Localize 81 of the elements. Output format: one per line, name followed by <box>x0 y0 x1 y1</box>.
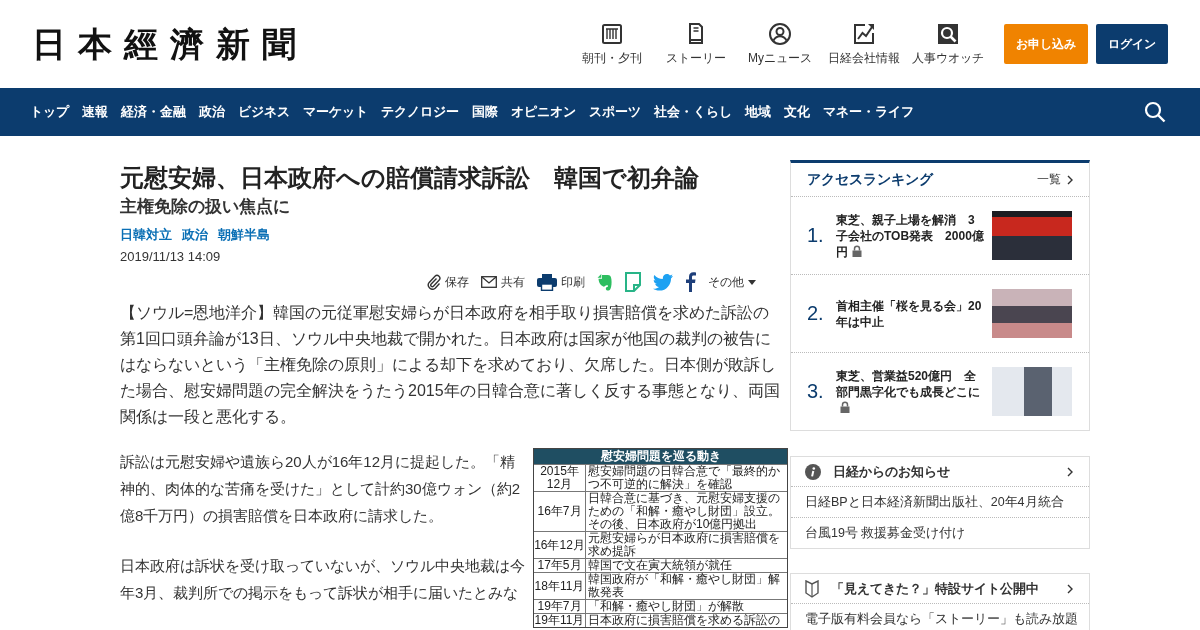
nav-link[interactable]: 文化 <box>784 102 810 122</box>
nav-link[interactable]: 経済・金融 <box>121 102 186 122</box>
mail-icon <box>481 276 497 288</box>
table-cell: 2015年12月 <box>534 465 586 491</box>
article-paragraph: 訴訟は元慰安婦や遺族ら20人が16年12月に提起した。「精神的、肉体的な苦痛を受けた」として計約30億ウォン（約2億8千万円）の損害賠償を日本政府に請求した。 <box>120 452 522 526</box>
nav-link[interactable]: 国際 <box>472 102 498 122</box>
see-all-link[interactable]: 一覧 <box>1037 171 1073 188</box>
rank-number: 1. <box>807 224 825 247</box>
nav-link[interactable]: テクノロジー <box>381 102 459 122</box>
header-link[interactable]: 日経会社情報 <box>822 22 906 66</box>
notice-link[interactable]: 日経BPと日本経済新聞出版社、20年4月統合 <box>791 487 1089 517</box>
nav-link[interactable]: オピニオン <box>511 102 576 122</box>
table-cell: 17年5月 <box>534 559 586 572</box>
header-link[interactable]: 朝刊・夕刊 <box>570 22 654 66</box>
paperclip-icon <box>427 274 441 290</box>
table-cell: 16年12月 <box>534 532 586 558</box>
nav-link[interactable]: マーケット <box>303 102 368 122</box>
header-link[interactable]: 人事ウオッチ <box>906 22 990 66</box>
more-button[interactable]: その他 <box>708 274 756 290</box>
newspaper-icon <box>602 23 622 44</box>
table-cell: 18年11月 <box>534 573 586 599</box>
print-button[interactable]: 印刷 <box>537 273 585 291</box>
magnifier-icon <box>938 23 958 44</box>
rank-number: 3. <box>807 380 825 403</box>
nav-link[interactable]: 政治 <box>199 102 225 122</box>
chevron-icon <box>1067 583 1073 594</box>
share-button[interactable]: 共有 <box>481 274 525 290</box>
login-button[interactable]: ログイン <box>1096 24 1168 64</box>
header-link[interactable]: Myニュース <box>738 22 822 66</box>
table-title: 慰安婦問題を巡る動き <box>534 449 787 464</box>
search-icon[interactable] <box>1144 101 1166 123</box>
save-button[interactable]: 保存 <box>427 274 469 290</box>
table-cell: 19年7月 <box>534 600 586 613</box>
notice-link[interactable]: 電子版有料会員なら「ストーリー」も読み放題 <box>791 604 1089 630</box>
chart-icon <box>853 22 875 45</box>
nav-link[interactable]: マネー・ライフ <box>823 102 914 122</box>
nav-link[interactable]: 地域 <box>745 102 771 122</box>
nav-link[interactable]: トップ <box>30 102 69 122</box>
article-paragraph: 【ソウル=恩地洋介】韓国の元従軍慰安婦らが日本政府を相手取り損害賠償を求めた訴訟の第1回口頭弁論が13日、ソウル中央地裁で開かれた。日本政府は国家が他国の裁判の被告にはならないという「主権免除の原則」による却下を求めており、欠席した。日本側が敗訴した場合、慰安婦問題の完全解決をうたう2015年の日韓合意に著しく反する事態となり、両国関係は一段と悪化する。 <box>120 303 781 427</box>
f-logo-icon[interactable] <box>685 272 696 292</box>
table-cell-text: 韓国政府が「和解・癒やし財団」解散発表 <box>587 573 781 599</box>
rank-number: 2. <box>807 302 825 325</box>
nav-link[interactable]: 社会・くらし <box>654 102 732 122</box>
header-link[interactable]: ストーリー <box>654 22 738 66</box>
topic-link[interactable]: 日韓対立 <box>120 225 172 245</box>
nav-link[interactable]: 速報 <box>82 102 108 122</box>
table-cell: 16年7月 <box>534 492 586 531</box>
caret-icon <box>748 279 756 285</box>
notice-link[interactable]: 台風19号 救援募金受け付け <box>791 517 1089 548</box>
bird-icon[interactable] <box>653 273 673 291</box>
table-cell-text: 韓国で文在寅大統領が就任 <box>587 559 733 572</box>
article-subtitle: 主権免除の扱い焦点に <box>120 196 291 218</box>
nav-link[interactable]: ビジネス <box>238 102 290 122</box>
table-cell-text: 「和解・癒やし財団」が解散 <box>587 600 745 613</box>
article-paragraph: 日本政府は訴状を受け取っていないが、ソウル中央地裁は今年3月、裁判所での掲示をもって訴状が相手に届いたとみな <box>120 556 526 603</box>
info-icon <box>805 463 821 480</box>
nav-link[interactable]: スポーツ <box>589 102 641 122</box>
page-icon[interactable] <box>625 272 641 292</box>
panel-heading: アクセスランキング <box>807 170 933 189</box>
table-cell-text: 日本政府に損害賠償を求める訴訟の <box>587 614 781 627</box>
notice-heading-link[interactable]: 日経からのお知らせ <box>791 457 1089 487</box>
printer-icon <box>537 273 557 291</box>
article-link[interactable]: 東芝、営業益520億円 全部門黒字化でも成長どこに <box>836 367 986 416</box>
topic-link[interactable]: 政治 <box>182 225 208 245</box>
chevron-icon <box>1067 466 1073 477</box>
table-cell: 19年11月 <box>534 614 586 627</box>
table-cell-text: 元慰安婦らが日本政府に損害賠償を求め提訴 <box>587 532 781 558</box>
chevron-icon <box>1067 174 1073 185</box>
notice-heading-link[interactable]: 「見えてきた？」特設サイト公開中 <box>791 574 1089 604</box>
article-link[interactable]: 東芝、親子上場を解消 3子会社のTOB発表 2000億円 <box>836 211 986 260</box>
topic-link[interactable]: 朝鮮半島 <box>218 225 270 245</box>
book-icon <box>688 23 704 44</box>
user-icon <box>769 22 791 45</box>
table-cell-text: 慰安婦問題の日韓合意で「最終的かつ不可逆的に解決」を確認 <box>587 465 781 491</box>
site-logo[interactable]: 日本經濟新聞 <box>32 24 308 64</box>
article-title: 元慰安婦、日本政府への賠償請求訴訟 韓国で初弁論 <box>120 163 700 193</box>
table-cell-text: 日韓合意に基づき、元慰安婦支援のための「和解・癒やし財団」設立。その後、日本政府が10億円拠出 <box>587 492 781 531</box>
article-link[interactable]: 首相主催「桜を見る会」20年は中止 <box>836 297 986 330</box>
elephant-icon[interactable] <box>597 272 613 292</box>
publish-date: 2019/11/13 14:09 <box>120 248 222 266</box>
shield-icon <box>805 579 819 598</box>
